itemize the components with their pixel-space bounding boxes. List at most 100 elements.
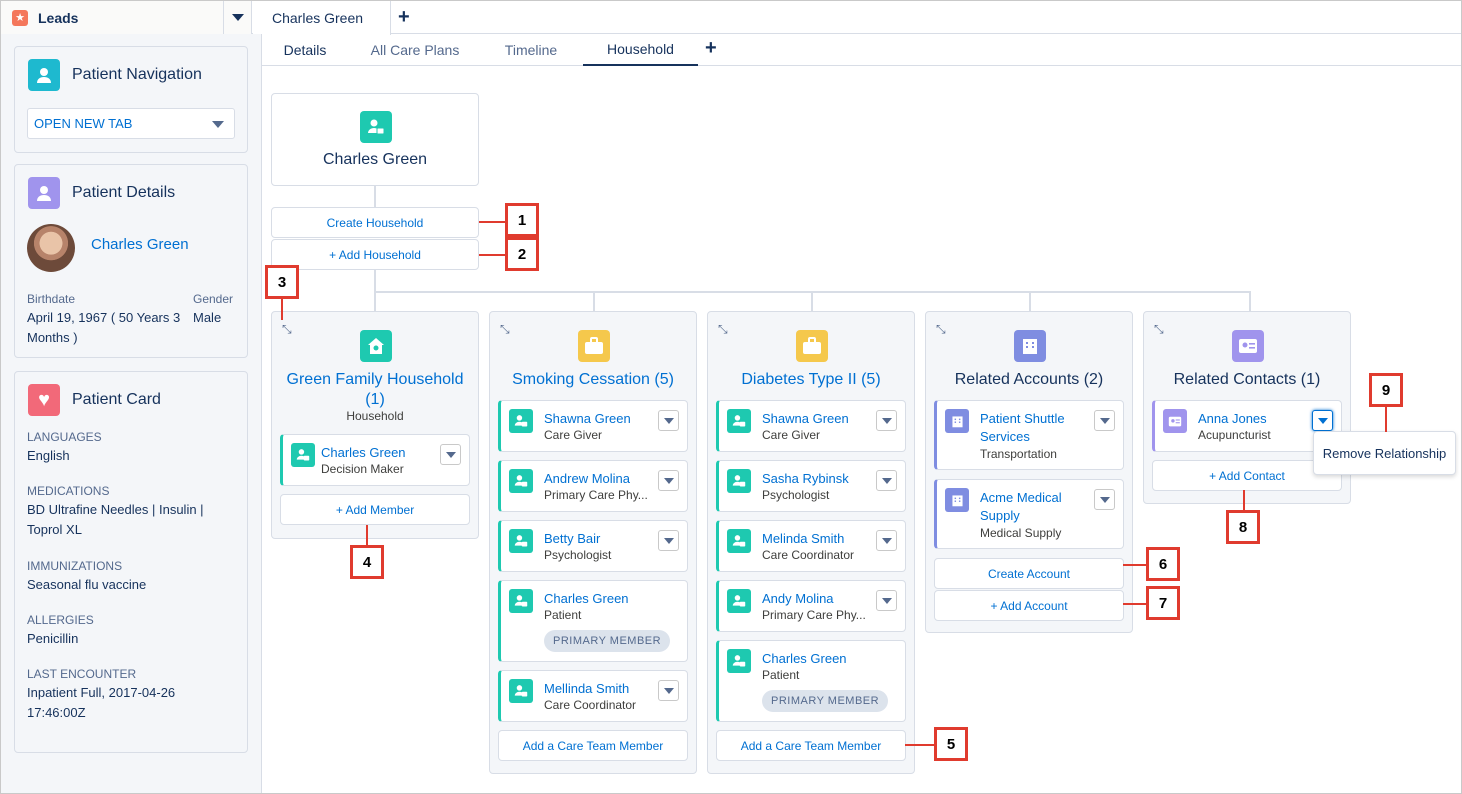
- member-menu-button[interactable]: [658, 410, 679, 431]
- account-menu-button[interactable]: [1094, 410, 1115, 431]
- primary-member-badge: PRIMARY MEMBER: [544, 630, 671, 652]
- member-menu-button[interactable]: [876, 410, 897, 431]
- patient-name-link[interactable]: Charles Green: [91, 235, 189, 255]
- person-icon: [28, 177, 60, 209]
- select-value: OPEN NEW TAB: [34, 116, 133, 131]
- chevron-down-icon: [663, 537, 674, 544]
- collapse-icon[interactable]: ⤡: [282, 322, 292, 337]
- member-menu-button[interactable]: [658, 680, 679, 701]
- member-role: Decision Maker: [321, 462, 404, 476]
- member-role: Care Giver: [544, 428, 603, 442]
- person-icon: [28, 59, 60, 91]
- connector: [374, 186, 376, 208]
- account-name[interactable]: Patient Shuttle Services: [980, 410, 1090, 446]
- briefcase-icon: [578, 330, 610, 362]
- list-item: Charles Green Patient PRIMARY MEMBER: [716, 640, 906, 722]
- household-title[interactable]: Green Family Household (1): [272, 370, 478, 410]
- member-name[interactable]: Sasha Rybinsk: [762, 470, 849, 488]
- workspace-tab[interactable]: Charles Green: [253, 1, 391, 35]
- member-menu-button[interactable]: [440, 444, 461, 465]
- add-member-button[interactable]: + Add Member: [280, 494, 470, 525]
- care-plan-title[interactable]: Diabetes Type II (5): [708, 370, 914, 390]
- care-plan-title[interactable]: Smoking Cessation (5): [490, 370, 696, 390]
- patient-icon: [509, 529, 533, 553]
- field-label: IMMUNIZATIONS: [27, 559, 123, 573]
- tab-details[interactable]: Details: [270, 34, 340, 65]
- account-name[interactable]: Acme Medical Supply: [980, 489, 1090, 525]
- callout-badge: 7: [1146, 586, 1180, 620]
- account-menu-button[interactable]: [1094, 489, 1115, 510]
- member-menu-button[interactable]: [876, 470, 897, 491]
- contact-name[interactable]: Anna Jones: [1198, 410, 1267, 428]
- collapse-icon[interactable]: ⤡: [500, 322, 510, 337]
- member-name[interactable]: Shawna Green: [544, 410, 631, 428]
- record-subtabs: Details All Care Plans Timeline Househol…: [262, 34, 1461, 66]
- gender-value: Male: [193, 310, 222, 325]
- member-role: Primary Care Phy...: [544, 488, 648, 502]
- chevron-down-icon: [881, 537, 892, 544]
- field-label: ALLERGIES: [27, 613, 94, 627]
- building-icon: [1014, 330, 1046, 362]
- account-type: Medical Supply: [980, 526, 1062, 540]
- collapse-icon[interactable]: ⤡: [1154, 322, 1164, 337]
- chevron-down-icon: [1317, 417, 1328, 424]
- member-name[interactable]: Melinda Smith: [762, 530, 844, 548]
- add-care-team-member-button[interactable]: Add a Care Team Member: [498, 730, 688, 761]
- contact-menu-button[interactable]: [1312, 410, 1333, 431]
- callout-line: [366, 525, 368, 547]
- list-item: Melinda Smith Care Coordinator: [716, 520, 906, 572]
- member-menu-button[interactable]: [658, 530, 679, 551]
- member-menu-button[interactable]: [658, 470, 679, 491]
- account-type: Transportation: [980, 447, 1057, 461]
- field-value: Seasonal flu vaccine: [27, 577, 147, 592]
- root-patient-name: Charles Green: [322, 151, 428, 168]
- connector: [374, 291, 376, 312]
- app-nav-tab[interactable]: ★ Leads: [1, 1, 224, 34]
- contact-role: Acupuncturist: [1198, 428, 1271, 442]
- add-account-button[interactable]: + Add Account: [934, 590, 1124, 621]
- member-menu-button[interactable]: [876, 590, 897, 611]
- heart-icon: ♥: [28, 384, 60, 416]
- tab-timeline[interactable]: Timeline: [490, 34, 572, 65]
- birthdate-value: April 19, 1967 ( 50 Years 3 Months ): [27, 310, 181, 345]
- building-icon: [945, 488, 969, 512]
- member-name[interactable]: Andrew Molina: [544, 470, 630, 488]
- collapse-icon[interactable]: ⤡: [936, 322, 946, 337]
- member-name[interactable]: Mellinda Smith: [544, 680, 629, 698]
- member-name[interactable]: Charles Green: [544, 590, 629, 608]
- field-label: LAST ENCOUNTER: [27, 667, 137, 681]
- open-tab-select[interactable]: OPEN NEW TAB: [27, 108, 235, 139]
- tab-all-care-plans[interactable]: All Care Plans: [357, 34, 473, 65]
- app-menu-dropdown[interactable]: [224, 1, 252, 34]
- create-household-button[interactable]: Create Household: [271, 207, 479, 238]
- household-subtitle: Household: [346, 409, 404, 423]
- member-name[interactable]: Charles Green: [321, 444, 406, 462]
- patient-icon: [509, 409, 533, 433]
- create-account-button[interactable]: Create Account: [934, 558, 1124, 589]
- contact-card-icon: [1163, 409, 1187, 433]
- member-name[interactable]: Betty Bair: [544, 530, 600, 548]
- related-accounts-column: ⤡ Related Accounts (2) Patient Shuttle S…: [925, 311, 1133, 633]
- add-household-button[interactable]: + Add Household: [271, 239, 479, 270]
- top-bar: ★ Leads Charles Green +: [1, 1, 1461, 35]
- star-icon: ★: [12, 9, 28, 26]
- callout-badge: 6: [1146, 547, 1180, 581]
- remove-relationship-menu-item[interactable]: Remove Relationship: [1313, 431, 1456, 475]
- app-title: Leads: [38, 9, 79, 26]
- member-role: Primary Care Phy...: [762, 608, 866, 622]
- list-item: Shawna Green Care Giver: [716, 400, 906, 452]
- list-item: Shawna Green Care Giver: [498, 400, 688, 452]
- tab-household[interactable]: Household: [583, 34, 698, 66]
- member-name[interactable]: Shawna Green: [762, 410, 849, 428]
- collapse-icon[interactable]: ⤡: [718, 322, 728, 337]
- member-menu-button[interactable]: [876, 530, 897, 551]
- add-tab-icon[interactable]: +: [398, 7, 410, 27]
- add-care-team-member-button[interactable]: Add a Care Team Member: [716, 730, 906, 761]
- list-item: Charles Green Decision Maker: [280, 434, 470, 486]
- member-name[interactable]: Charles Green: [762, 650, 847, 668]
- connector: [811, 291, 813, 312]
- field-value: Penicillin: [27, 631, 79, 646]
- member-name[interactable]: Andy Molina: [762, 590, 834, 608]
- add-subtab-icon[interactable]: +: [705, 38, 717, 58]
- root-patient-node: Charles Green: [271, 93, 479, 186]
